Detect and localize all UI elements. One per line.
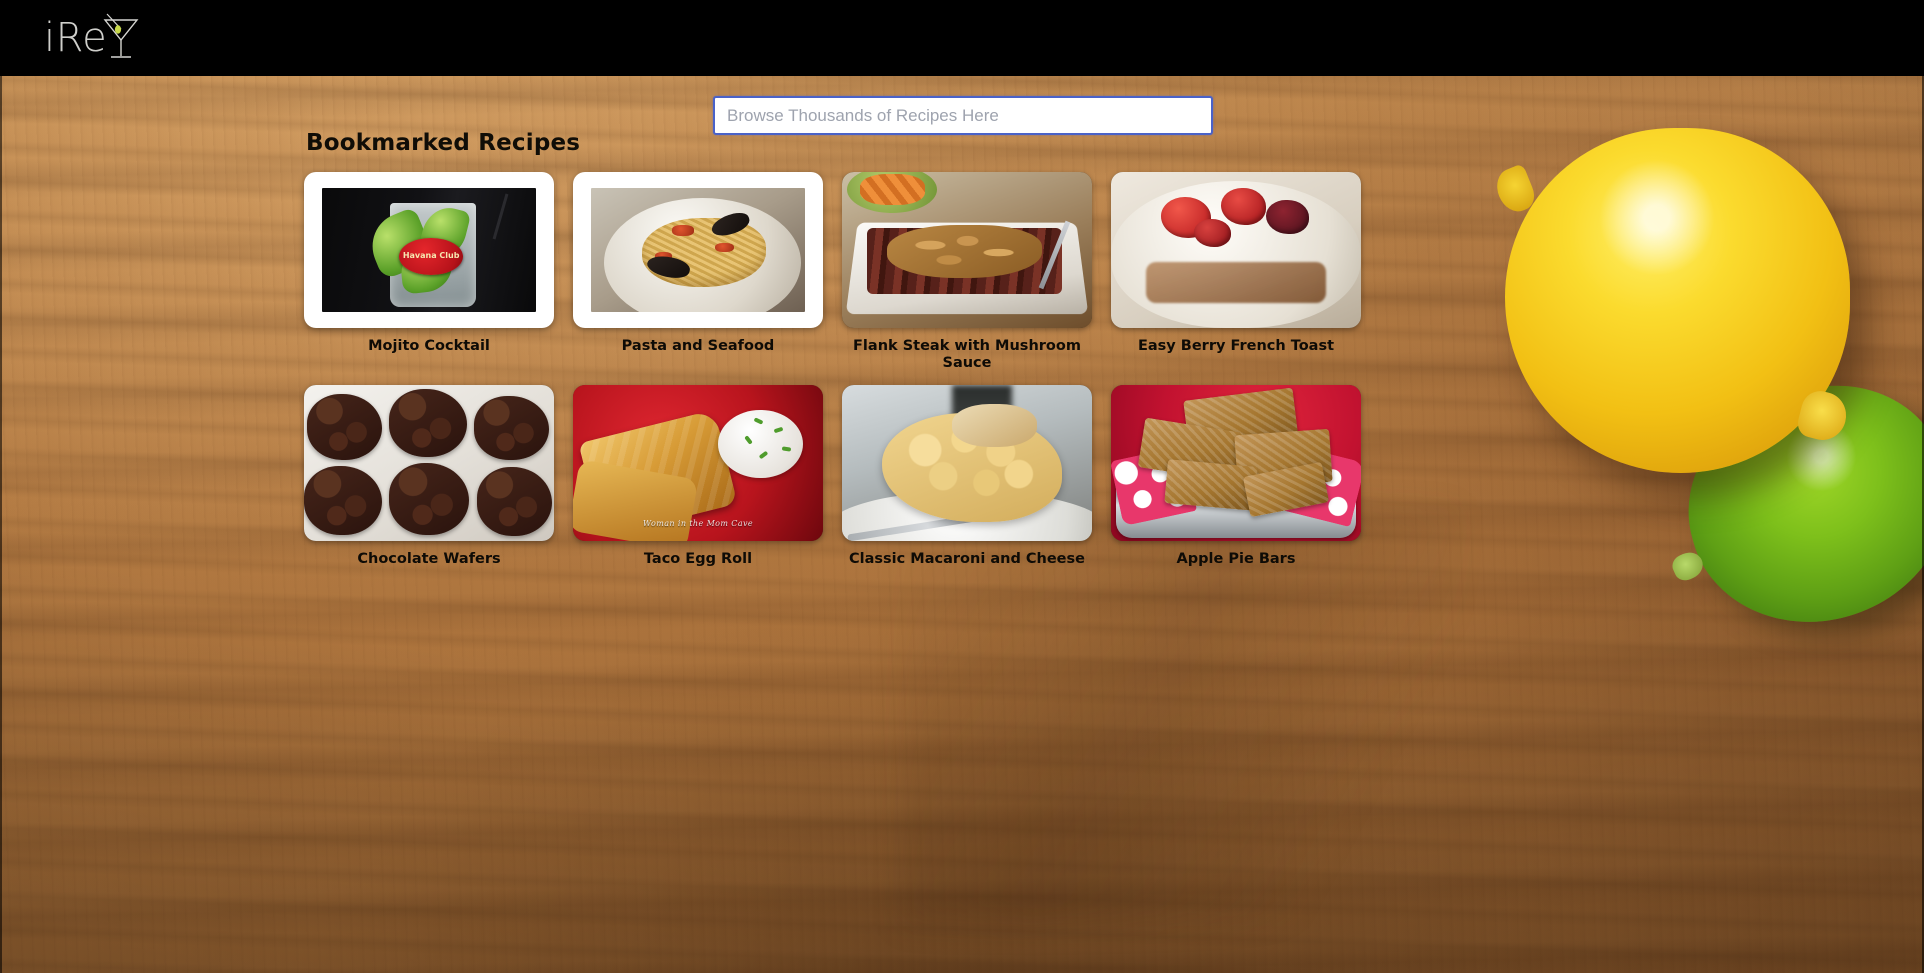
cheese-crust-shape [952,403,1037,448]
image-watermark: Woman in the Mom Cave [642,519,754,529]
strawberry-shape [1221,187,1266,226]
recipe-image [842,384,1092,541]
recipe-card[interactable]: Flank Steak with Mushroom Sauce [842,172,1092,373]
top-navigation-bar: iRe [0,0,1924,76]
page-edge-left [0,76,2,973]
recipe-image [591,188,805,312]
recipe-title: Flank Steak with Mushroom Sauce [853,338,1081,372]
recipe-thumbnail[interactable] [304,384,554,541]
recipe-title: Pasta and Seafood [621,338,775,354]
recipe-thumbnail[interactable] [573,172,823,328]
cookie-shape [389,389,467,457]
recipe-thumbnail[interactable]: Havana Club [304,172,554,328]
recipe-thumbnail[interactable] [842,172,1092,328]
recipe-title: Apple Pie Bars [1176,550,1296,567]
cookie-shape [474,395,549,460]
logo-text: iRe [44,15,108,61]
cookie-shape [389,462,469,535]
cookie-shape [476,467,552,537]
main-content: Bookmarked Recipes Havana Club Mojito Coc… [304,130,1404,568]
badge-text: Havana Club [402,250,460,260]
recipe-thumbnail[interactable] [1111,172,1361,328]
martini-glass-icon [101,12,141,64]
recipe-card[interactable]: Chocolate Wafers [304,384,554,568]
recipe-image [1111,172,1361,328]
cookie-shape [306,394,382,460]
recipe-title: Chocolate Wafers [357,550,501,567]
tomato-piece [672,225,694,237]
search-bar [713,96,1213,135]
recipe-card[interactable]: Classic Macaroni and Cheese [842,384,1092,568]
app-logo[interactable]: iRe [44,8,141,68]
search-input[interactable] [713,96,1213,135]
recipe-title: Easy Berry French Toast [1137,338,1335,354]
recipe-grid: Havana Club Mojito Cocktail Pasta and Seaf… [304,172,1404,568]
recipe-thumbnail[interactable] [1111,384,1361,541]
recipe-image: Havana Club [322,188,536,312]
tomato-piece [715,242,735,253]
recipe-image [304,384,554,541]
syrup-shape [1146,262,1326,304]
mushroom-sauce-shape [887,225,1042,279]
recipe-card[interactable]: Apple Pie Bars [1111,384,1361,568]
recipe-title: Taco Egg Roll [643,550,753,567]
recipe-card[interactable]: Pasta and Seafood [573,172,823,373]
strawberry-shape [1193,218,1231,247]
carrots-shape [859,173,925,205]
recipe-thumbnail[interactable] [842,384,1092,541]
straw-shape [492,193,509,240]
recipe-image: Woman in the Mom Cave [573,384,823,541]
recipe-thumbnail[interactable]: Woman in the Mom Cave [573,384,823,541]
app-root: iRe Bookmarked Recipes Havana ClubMojito… [0,0,1924,973]
havana-club-badge: Havana Club [399,237,464,275]
recipe-title: Mojito Cocktail [368,338,490,354]
recipe-card[interactable]: Easy Berry French Toast [1111,172,1361,373]
recipe-image [842,172,1092,328]
berry-shape [1266,200,1309,235]
cookie-shape [304,465,382,535]
recipe-card[interactable]: Havana Club Mojito Cocktail [304,172,554,373]
board-shadow [900,506,1460,926]
recipe-title: Classic Macaroni and Cheese [849,550,1085,567]
recipe-image [1111,384,1361,541]
recipe-card[interactable]: Woman in the Mom Cave Taco Egg Roll [573,384,823,568]
